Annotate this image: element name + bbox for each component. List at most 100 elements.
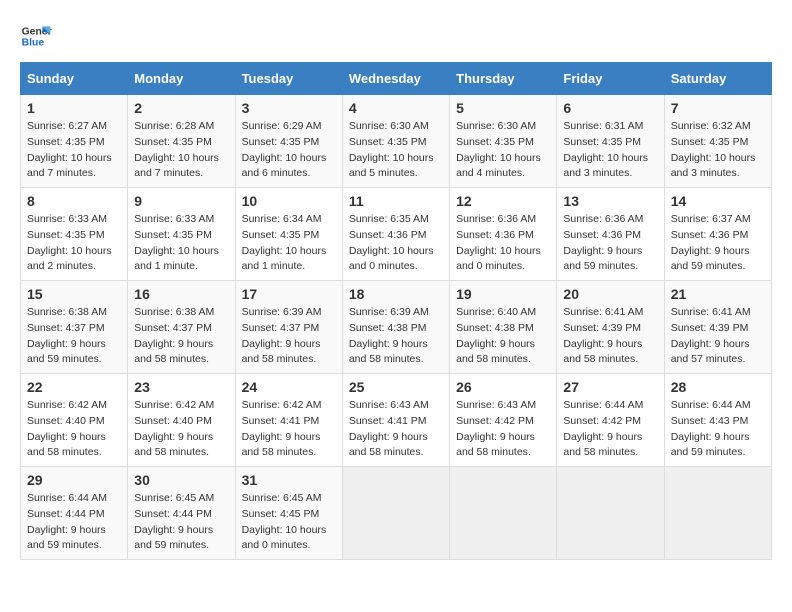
header-tuesday: Tuesday <box>235 63 342 95</box>
day-number: 11 <box>349 193 443 209</box>
calendar-cell <box>557 467 664 560</box>
calendar-cell: 14 Sunrise: 6:37 AMSunset: 4:36 PMDaylig… <box>664 188 771 281</box>
day-info: Sunrise: 6:33 AMSunset: 4:35 PMDaylight:… <box>134 213 219 272</box>
day-info: Sunrise: 6:36 AMSunset: 4:36 PMDaylight:… <box>563 213 643 272</box>
day-number: 1 <box>27 100 121 116</box>
header-friday: Friday <box>557 63 664 95</box>
day-number: 18 <box>349 286 443 302</box>
week-row-3: 15 Sunrise: 6:38 AMSunset: 4:37 PMDaylig… <box>21 281 772 374</box>
day-info: Sunrise: 6:31 AMSunset: 4:35 PMDaylight:… <box>563 120 648 179</box>
day-number: 19 <box>456 286 550 302</box>
day-number: 4 <box>349 100 443 116</box>
day-info: Sunrise: 6:37 AMSunset: 4:36 PMDaylight:… <box>671 213 751 272</box>
calendar-cell: 16 Sunrise: 6:38 AMSunset: 4:37 PMDaylig… <box>128 281 235 374</box>
day-number: 12 <box>456 193 550 209</box>
week-row-2: 8 Sunrise: 6:33 AMSunset: 4:35 PMDayligh… <box>21 188 772 281</box>
calendar-cell: 23 Sunrise: 6:42 AMSunset: 4:40 PMDaylig… <box>128 374 235 467</box>
day-number: 14 <box>671 193 765 209</box>
header-thursday: Thursday <box>450 63 557 95</box>
day-info: Sunrise: 6:30 AMSunset: 4:35 PMDaylight:… <box>349 120 434 179</box>
calendar-cell: 27 Sunrise: 6:44 AMSunset: 4:42 PMDaylig… <box>557 374 664 467</box>
day-number: 5 <box>456 100 550 116</box>
calendar-cell: 24 Sunrise: 6:42 AMSunset: 4:41 PMDaylig… <box>235 374 342 467</box>
calendar-cell <box>664 467 771 560</box>
day-info: Sunrise: 6:38 AMSunset: 4:37 PMDaylight:… <box>27 306 107 365</box>
calendar-cell: 21 Sunrise: 6:41 AMSunset: 4:39 PMDaylig… <box>664 281 771 374</box>
day-number: 20 <box>563 286 657 302</box>
day-info: Sunrise: 6:44 AMSunset: 4:43 PMDaylight:… <box>671 399 751 458</box>
calendar-table: SundayMondayTuesdayWednesdayThursdayFrid… <box>20 62 772 560</box>
day-number: 26 <box>456 379 550 395</box>
day-number: 27 <box>563 379 657 395</box>
day-number: 30 <box>134 472 228 488</box>
calendar-cell: 31 Sunrise: 6:45 AMSunset: 4:45 PMDaylig… <box>235 467 342 560</box>
calendar-cell: 20 Sunrise: 6:41 AMSunset: 4:39 PMDaylig… <box>557 281 664 374</box>
day-info: Sunrise: 6:39 AMSunset: 4:37 PMDaylight:… <box>242 306 322 365</box>
day-number: 3 <box>242 100 336 116</box>
calendar-cell: 2 Sunrise: 6:28 AMSunset: 4:35 PMDayligh… <box>128 95 235 188</box>
day-info: Sunrise: 6:28 AMSunset: 4:35 PMDaylight:… <box>134 120 219 179</box>
svg-text:Blue: Blue <box>22 38 45 49</box>
day-info: Sunrise: 6:38 AMSunset: 4:37 PMDaylight:… <box>134 306 214 365</box>
calendar-cell: 18 Sunrise: 6:39 AMSunset: 4:38 PMDaylig… <box>342 281 449 374</box>
calendar-cell: 30 Sunrise: 6:45 AMSunset: 4:44 PMDaylig… <box>128 467 235 560</box>
calendar-header-row: SundayMondayTuesdayWednesdayThursdayFrid… <box>21 63 772 95</box>
day-number: 22 <box>27 379 121 395</box>
day-info: Sunrise: 6:30 AMSunset: 4:35 PMDaylight:… <box>456 120 541 179</box>
calendar-cell: 29 Sunrise: 6:44 AMSunset: 4:44 PMDaylig… <box>21 467 128 560</box>
week-row-4: 22 Sunrise: 6:42 AMSunset: 4:40 PMDaylig… <box>21 374 772 467</box>
day-number: 10 <box>242 193 336 209</box>
calendar-cell: 26 Sunrise: 6:43 AMSunset: 4:42 PMDaylig… <box>450 374 557 467</box>
calendar-cell: 5 Sunrise: 6:30 AMSunset: 4:35 PMDayligh… <box>450 95 557 188</box>
week-row-5: 29 Sunrise: 6:44 AMSunset: 4:44 PMDaylig… <box>21 467 772 560</box>
day-info: Sunrise: 6:32 AMSunset: 4:35 PMDaylight:… <box>671 120 756 179</box>
day-info: Sunrise: 6:36 AMSunset: 4:36 PMDaylight:… <box>456 213 541 272</box>
logo: General Blue <box>20 20 56 52</box>
calendar-cell: 4 Sunrise: 6:30 AMSunset: 4:35 PMDayligh… <box>342 95 449 188</box>
day-info: Sunrise: 6:39 AMSunset: 4:38 PMDaylight:… <box>349 306 429 365</box>
day-number: 29 <box>27 472 121 488</box>
header-sunday: Sunday <box>21 63 128 95</box>
header-wednesday: Wednesday <box>342 63 449 95</box>
day-number: 21 <box>671 286 765 302</box>
calendar-cell: 8 Sunrise: 6:33 AMSunset: 4:35 PMDayligh… <box>21 188 128 281</box>
day-info: Sunrise: 6:29 AMSunset: 4:35 PMDaylight:… <box>242 120 327 179</box>
day-info: Sunrise: 6:43 AMSunset: 4:42 PMDaylight:… <box>456 399 536 458</box>
calendar-cell: 28 Sunrise: 6:44 AMSunset: 4:43 PMDaylig… <box>664 374 771 467</box>
day-info: Sunrise: 6:42 AMSunset: 4:40 PMDaylight:… <box>27 399 107 458</box>
day-info: Sunrise: 6:41 AMSunset: 4:39 PMDaylight:… <box>671 306 751 365</box>
day-number: 7 <box>671 100 765 116</box>
day-number: 15 <box>27 286 121 302</box>
day-info: Sunrise: 6:40 AMSunset: 4:38 PMDaylight:… <box>456 306 536 365</box>
day-number: 2 <box>134 100 228 116</box>
day-info: Sunrise: 6:42 AMSunset: 4:40 PMDaylight:… <box>134 399 214 458</box>
calendar-cell: 6 Sunrise: 6:31 AMSunset: 4:35 PMDayligh… <box>557 95 664 188</box>
day-info: Sunrise: 6:27 AMSunset: 4:35 PMDaylight:… <box>27 120 112 179</box>
day-info: Sunrise: 6:45 AMSunset: 4:45 PMDaylight:… <box>242 492 327 551</box>
day-info: Sunrise: 6:41 AMSunset: 4:39 PMDaylight:… <box>563 306 643 365</box>
calendar-cell: 22 Sunrise: 6:42 AMSunset: 4:40 PMDaylig… <box>21 374 128 467</box>
page-header: General Blue <box>20 20 772 52</box>
day-info: Sunrise: 6:34 AMSunset: 4:35 PMDaylight:… <box>242 213 327 272</box>
calendar-cell: 13 Sunrise: 6:36 AMSunset: 4:36 PMDaylig… <box>557 188 664 281</box>
calendar-cell: 17 Sunrise: 6:39 AMSunset: 4:37 PMDaylig… <box>235 281 342 374</box>
day-info: Sunrise: 6:45 AMSunset: 4:44 PMDaylight:… <box>134 492 214 551</box>
day-number: 8 <box>27 193 121 209</box>
calendar-cell: 1 Sunrise: 6:27 AMSunset: 4:35 PMDayligh… <box>21 95 128 188</box>
calendar-cell: 9 Sunrise: 6:33 AMSunset: 4:35 PMDayligh… <box>128 188 235 281</box>
day-number: 9 <box>134 193 228 209</box>
calendar-cell: 10 Sunrise: 6:34 AMSunset: 4:35 PMDaylig… <box>235 188 342 281</box>
day-number: 25 <box>349 379 443 395</box>
day-info: Sunrise: 6:44 AMSunset: 4:42 PMDaylight:… <box>563 399 643 458</box>
day-number: 6 <box>563 100 657 116</box>
day-number: 13 <box>563 193 657 209</box>
day-info: Sunrise: 6:43 AMSunset: 4:41 PMDaylight:… <box>349 399 429 458</box>
day-number: 17 <box>242 286 336 302</box>
day-number: 31 <box>242 472 336 488</box>
logo-icon: General Blue <box>20 20 52 52</box>
day-number: 24 <box>242 379 336 395</box>
week-row-1: 1 Sunrise: 6:27 AMSunset: 4:35 PMDayligh… <box>21 95 772 188</box>
calendar-cell: 15 Sunrise: 6:38 AMSunset: 4:37 PMDaylig… <box>21 281 128 374</box>
calendar-cell <box>450 467 557 560</box>
calendar-cell: 25 Sunrise: 6:43 AMSunset: 4:41 PMDaylig… <box>342 374 449 467</box>
